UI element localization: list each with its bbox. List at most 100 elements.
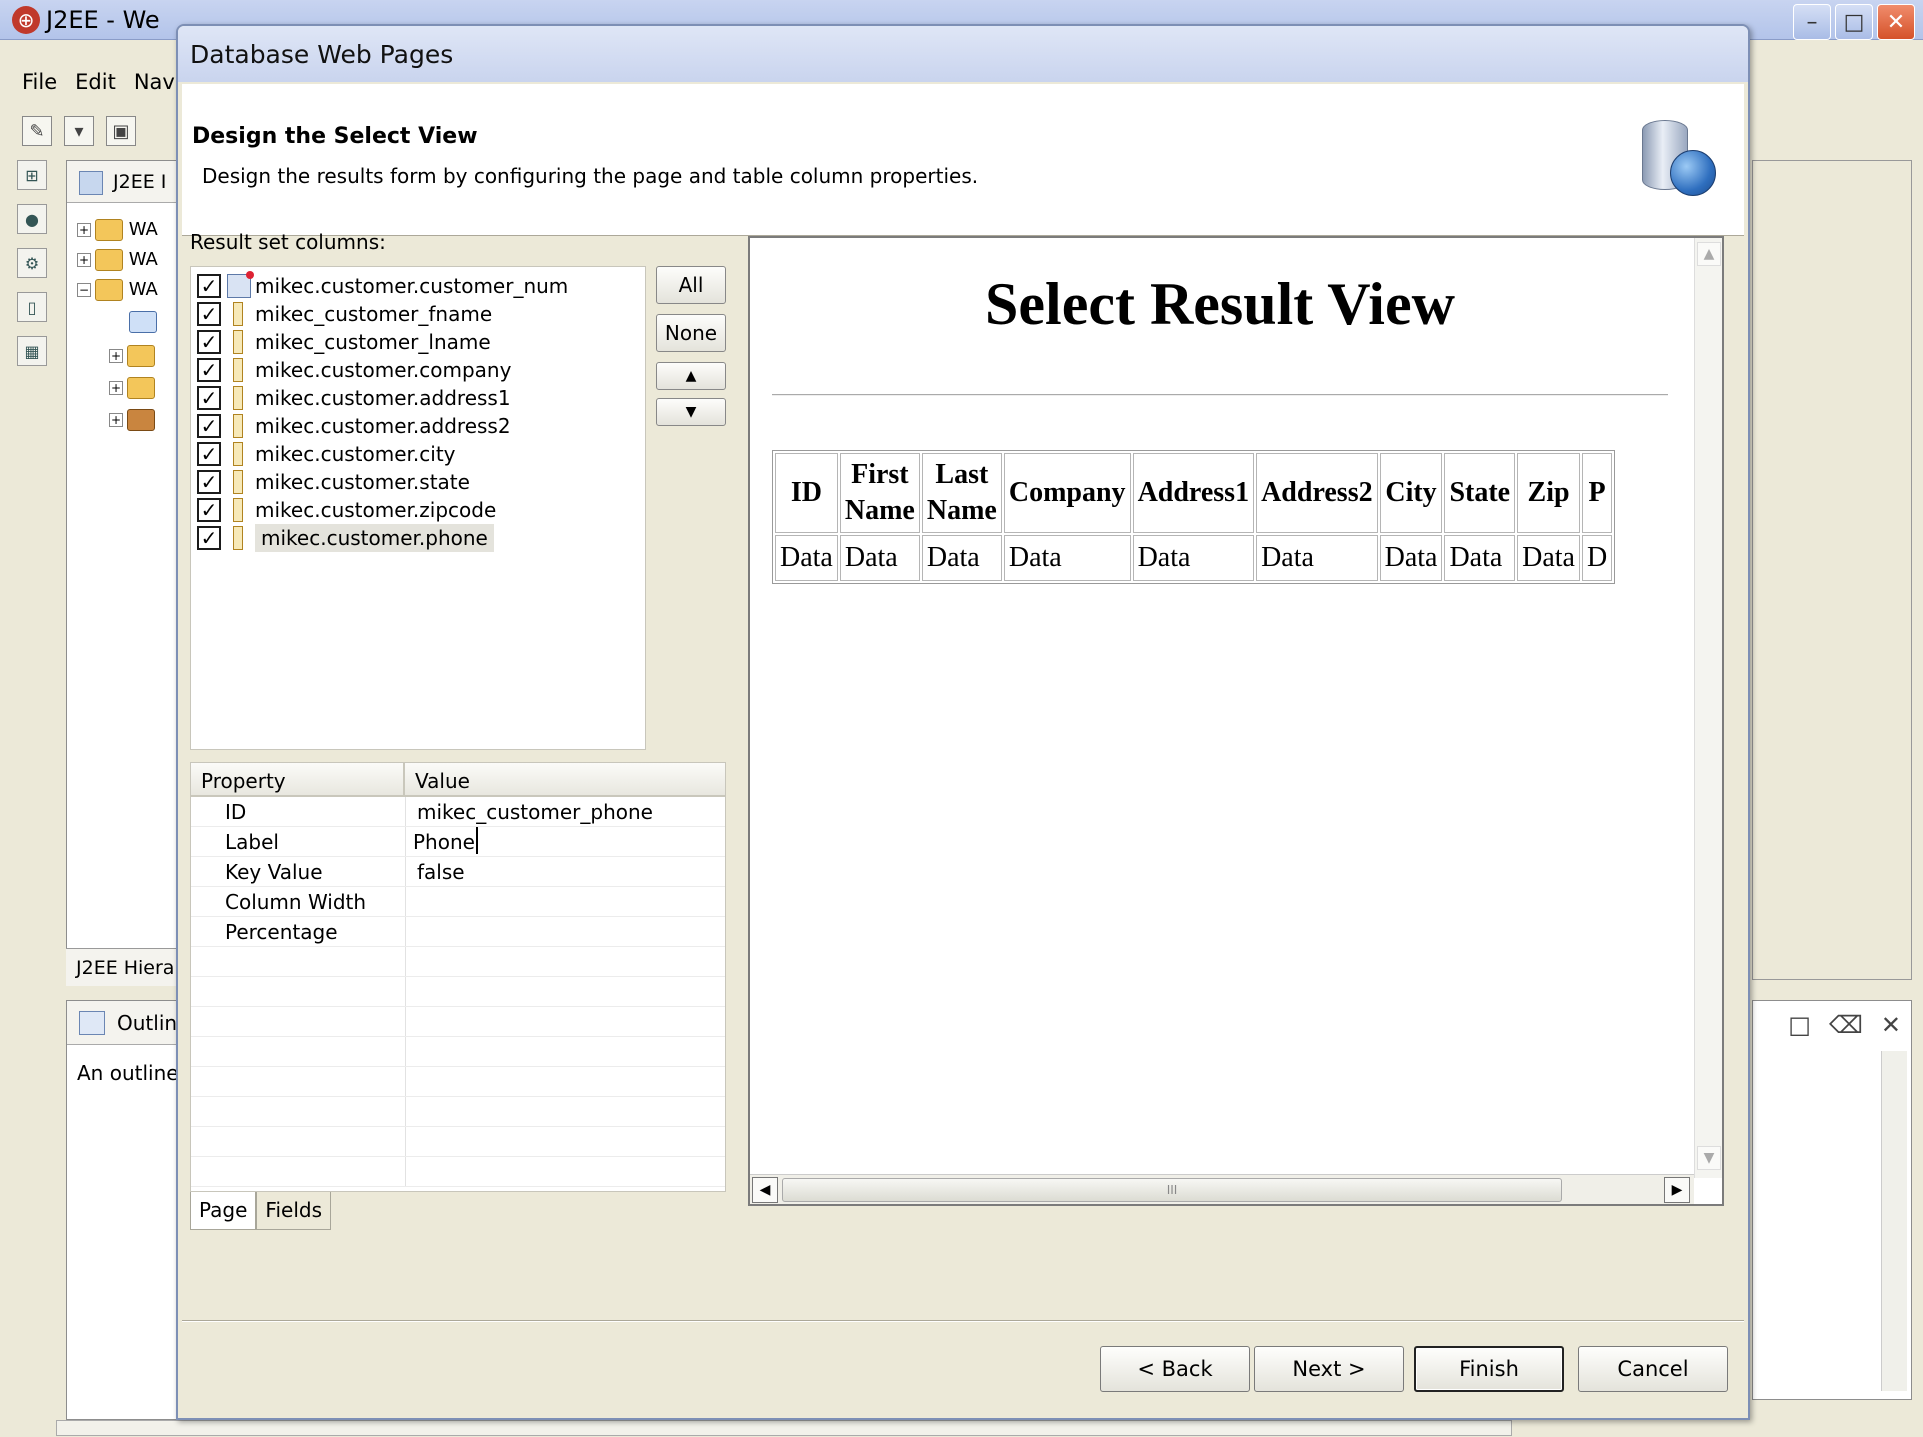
table-perspective-icon[interactable]: ▦ <box>17 336 47 366</box>
eclipse-app-icon: ⊕ <box>12 6 40 34</box>
expand-icon[interactable]: + <box>77 253 91 267</box>
list-item[interactable]: ✓ mikec.customer.company <box>197 355 511 385</box>
project-folder-icon <box>95 249 123 271</box>
close-view-icon[interactable]: ✕ <box>1881 1011 1901 1039</box>
next-button[interactable]: Next > <box>1254 1346 1404 1392</box>
list-item[interactable]: ✓ mikec.customer.zipcode <box>197 495 496 525</box>
tab-fields[interactable]: Fields <box>256 1192 332 1230</box>
dropdown-arrow-icon[interactable]: ▾ <box>64 116 94 146</box>
table-row[interactable]: Key Value false <box>191 857 725 887</box>
menu-file[interactable]: File <box>22 70 57 94</box>
list-item[interactable]: ✓ mikec.customer.address2 <box>197 411 511 441</box>
checkbox[interactable]: ✓ <box>197 526 221 550</box>
finish-button[interactable]: Finish <box>1414 1346 1564 1392</box>
result-set-columns-list[interactable]: ✓ mikec.customer.customer_num ✓ mikec_cu… <box>190 266 646 750</box>
maximize-icon[interactable]: □ <box>1835 4 1873 40</box>
tree-item[interactable]: + <box>109 377 155 407</box>
tree-item[interactable]: + <box>109 409 155 439</box>
menu-navigate[interactable]: Nav <box>134 70 175 94</box>
select-all-button[interactable]: All <box>656 266 726 304</box>
empty-row <box>191 1037 725 1067</box>
preview-column-header: Address1 <box>1132 453 1255 533</box>
minimize-icon[interactable]: – <box>1793 4 1831 40</box>
outline-tab[interactable]: Outlin <box>67 1001 191 1045</box>
preview-cell: Data <box>1003 535 1131 581</box>
tree-item[interactable]: + WA <box>77 249 158 279</box>
checkbox[interactable]: ✓ <box>197 414 221 438</box>
menu-edit[interactable]: Edit <box>75 70 116 94</box>
maximize-view-icon[interactable]: □ <box>1788 1011 1811 1039</box>
database-web-icon <box>1640 120 1720 200</box>
footer-separator <box>182 1320 1744 1322</box>
checkbox[interactable]: ✓ <box>197 358 221 382</box>
list-item[interactable]: ✓ mikec.customer.customer_num <box>197 271 568 301</box>
move-down-button[interactable]: ▼ <box>656 398 726 426</box>
back-button[interactable]: < Back <box>1100 1346 1250 1392</box>
value-column-header[interactable]: Value <box>405 763 480 795</box>
move-up-button[interactable]: ▲ <box>656 362 726 390</box>
project-folder-icon <box>95 219 123 241</box>
preview-horizontal-scrollbar[interactable]: ◀ III ▶ <box>750 1174 1694 1204</box>
table-row[interactable]: Percentage <box>191 917 725 947</box>
list-item[interactable]: ✓ mikec.customer.phone <box>197 523 494 553</box>
window-controls: – □ ✕ <box>1793 4 1915 40</box>
list-item[interactable]: ✓ mikec.customer.city <box>197 439 456 469</box>
j2ee-perspective-icon[interactable]: ⚙ <box>17 248 47 278</box>
table-row[interactable]: Column Width <box>191 887 725 917</box>
column-icon <box>233 414 243 438</box>
list-item[interactable]: ✓ mikec_customer_fname <box>197 299 492 329</box>
tree-item[interactable]: + WA <box>77 219 158 249</box>
vertical-scrollbar[interactable] <box>1881 1051 1907 1391</box>
expand-icon[interactable]: + <box>109 381 123 395</box>
select-none-button[interactable]: None <box>656 314 726 352</box>
scroll-right-icon[interactable]: ▶ <box>1664 1177 1690 1203</box>
table-row[interactable]: Label Phone <box>191 827 725 857</box>
checkbox[interactable]: ✓ <box>197 442 221 466</box>
globe-icon <box>1670 150 1716 196</box>
list-item[interactable]: ✓ mikec.customer.address1 <box>197 383 511 413</box>
scroll-left-icon[interactable]: ◀ <box>752 1177 778 1203</box>
j2ee-navigator-tab[interactable]: J2EE I <box>67 161 191 203</box>
preview-cell: Data <box>1132 535 1255 581</box>
expand-icon[interactable]: + <box>109 413 123 427</box>
preview-column-header: Last Name <box>921 453 1002 533</box>
data-perspective-icon[interactable]: ▯ <box>17 292 47 322</box>
tree-item[interactable] <box>125 311 157 341</box>
checkbox[interactable]: ✓ <box>197 498 221 522</box>
checkbox[interactable]: ✓ <box>197 274 221 298</box>
preview-vertical-scrollbar[interactable]: ▲ ▼ <box>1694 238 1722 1178</box>
j2ee-hierarchy-tab[interactable]: J2EE Hiera <box>66 948 190 986</box>
list-item[interactable]: ✓ mikec_customer_lname <box>197 327 491 357</box>
scroll-down-icon[interactable]: ▼ <box>1697 1146 1721 1170</box>
new-wizard-icon[interactable]: ✎ <box>22 116 52 146</box>
tab-page[interactable]: Page <box>190 1192 257 1230</box>
label-value-input[interactable]: Phone <box>413 827 478 854</box>
scroll-thumb[interactable]: III <box>782 1178 1562 1202</box>
ide-window-title: J2EE - We <box>46 6 160 34</box>
checkbox[interactable]: ✓ <box>197 302 221 326</box>
table-row[interactable]: ID mikec_customer_phone <box>191 797 725 827</box>
property-column-header[interactable]: Property <box>191 763 405 795</box>
open-perspective-icon[interactable]: ⊞ <box>17 160 47 190</box>
cancel-button[interactable]: Cancel <box>1578 1346 1728 1392</box>
expand-icon[interactable]: + <box>77 223 91 237</box>
scroll-up-icon[interactable]: ▲ <box>1697 242 1721 266</box>
preview-table-wrap: ID First Name Last Name Company Address1… <box>772 450 1684 590</box>
preview-column-header: ID <box>775 453 838 533</box>
tree-item[interactable]: + <box>109 345 155 375</box>
preview-cell: Data <box>1444 535 1516 581</box>
save-icon[interactable]: ▣ <box>106 116 136 146</box>
preview-column-header: Address2 <box>1256 453 1378 533</box>
close-icon[interactable]: ✕ <box>1877 4 1915 40</box>
checkbox[interactable]: ✓ <box>197 470 221 494</box>
checkbox[interactable]: ✓ <box>197 330 221 354</box>
tree-item[interactable]: − WA <box>77 279 158 309</box>
clear-icon[interactable]: ⌫ <box>1829 1011 1863 1039</box>
web-perspective-icon[interactable]: ● <box>17 204 47 234</box>
checkbox[interactable]: ✓ <box>197 386 221 410</box>
expand-icon[interactable]: + <box>109 349 123 363</box>
collapse-icon[interactable]: − <box>77 283 91 297</box>
list-item[interactable]: ✓ mikec.customer.state <box>197 467 470 497</box>
folder-icon <box>127 377 155 399</box>
empty-row <box>191 977 725 1007</box>
